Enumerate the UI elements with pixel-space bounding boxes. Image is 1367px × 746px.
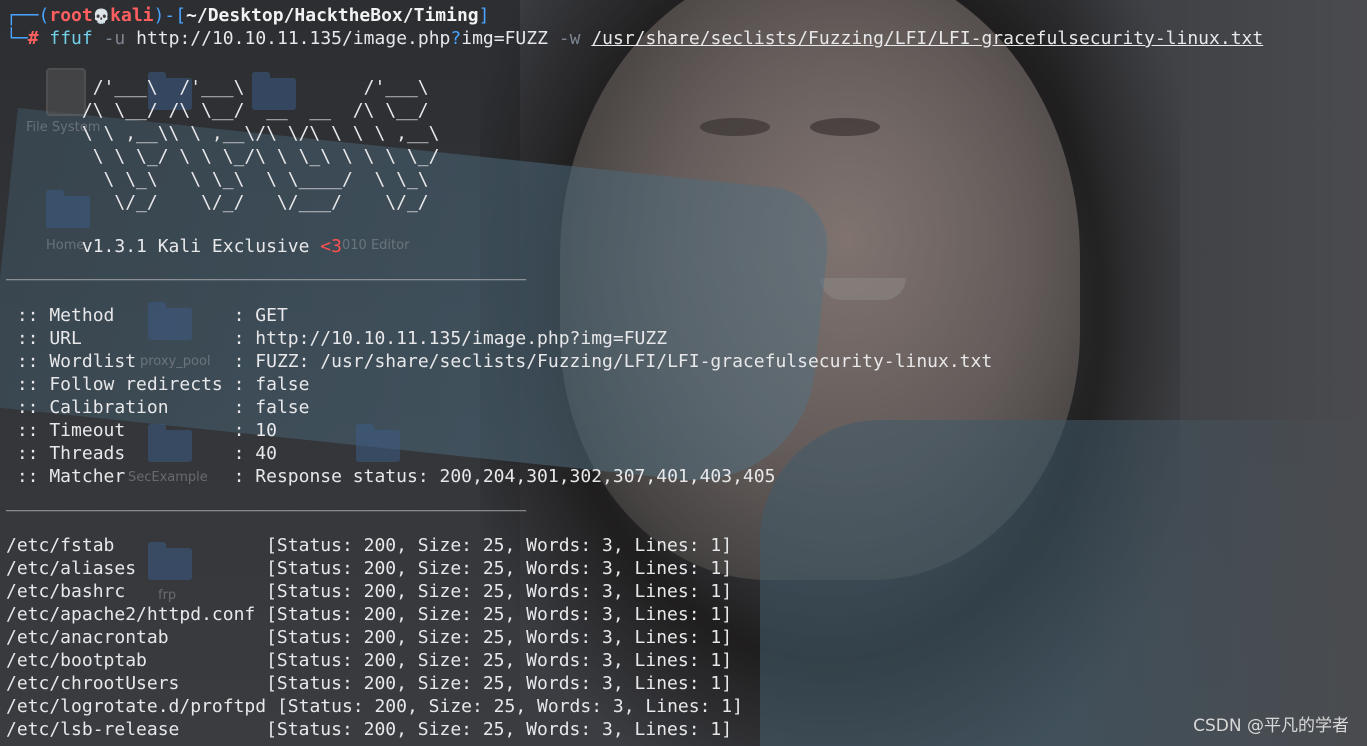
result-row: /etc/anacrontab [Status: 200, Size: 25, … xyxy=(6,626,732,649)
prompt-close-bracket: ] xyxy=(478,5,490,26)
result-path: /etc/fstab xyxy=(6,535,267,556)
config-sep: : xyxy=(233,305,256,326)
prompt-corner-bottom: └─ xyxy=(6,28,28,49)
result-status: [Status: 200, Size: 25, Words: 3, Lines:… xyxy=(266,558,733,579)
banner-line: \/_/ \/_/ \/___/ \/_/ xyxy=(6,192,505,213)
config-value: false xyxy=(255,397,310,418)
skull-icon: 💀 xyxy=(92,9,111,25)
config-key: :: Calibration xyxy=(6,397,234,418)
result-status: [Status: 200, Size: 25, Words: 3, Lines:… xyxy=(266,650,733,671)
config-row: :: Timeout : 10 xyxy=(6,419,277,442)
wallpaper-smile xyxy=(820,278,906,300)
result-path: /etc/logrotate.d/proftpd xyxy=(6,696,277,717)
config-key: :: Wordlist xyxy=(6,351,234,372)
result-path: /etc/chrootUsers xyxy=(6,673,267,694)
result-status: [Status: 200, Size: 25, Words: 3, Lines:… xyxy=(266,535,733,556)
config-row: :: Wordlist : FUZZ: /usr/share/seclists/… xyxy=(6,350,992,373)
config-sep: : xyxy=(233,420,256,441)
config-row: :: Follow redirects : false xyxy=(6,373,310,396)
config-key: :: Timeout xyxy=(6,420,234,441)
result-status: [Status: 200, Size: 25, Words: 3, Lines:… xyxy=(266,627,733,648)
result-status: [Status: 200, Size: 25, Words: 3, Lines:… xyxy=(276,696,743,717)
config-sep: : xyxy=(233,397,256,418)
config-row: :: Threads : 40 xyxy=(6,442,277,465)
prompt-hash: # xyxy=(27,28,39,49)
wallpaper-eye-right xyxy=(810,118,880,136)
config-sep: : xyxy=(233,374,256,395)
version-line: v1.3.1 Kali Exclusive <3 xyxy=(6,235,342,258)
command-wordlist-path[interactable]: /usr/share/seclists/Fuzzing/LFI/LFI-grac… xyxy=(591,28,1263,49)
config-row: :: URL : http://10.10.11.135/image.php?i… xyxy=(6,327,667,350)
prompt-path: ~/Desktop/HacktheBox/Timing xyxy=(186,5,479,26)
result-row: /etc/apache2/httpd.conf [Status: 200, Si… xyxy=(6,603,732,626)
banner-line: \ \ \_/ \ \ \_/\ \ \_\ \ \ \ \_/ xyxy=(6,146,505,167)
config-sep: : xyxy=(233,328,256,349)
desktop-label-editor: 010 Editor xyxy=(342,238,410,253)
config-row: :: Method : GET xyxy=(6,304,288,327)
result-path: /etc/bootptab xyxy=(6,650,267,671)
result-path: /etc/aliases xyxy=(6,558,267,579)
config-sep: : xyxy=(233,443,256,464)
result-row: /etc/fstab [Status: 200, Size: 25, Words… xyxy=(6,534,732,557)
config-key: :: Follow redirects xyxy=(6,374,234,395)
config-value: FUZZ: /usr/share/seclists/Fuzzing/LFI/LF… xyxy=(255,351,993,372)
rule-bottom: ________________________________________… xyxy=(6,491,527,512)
config-row: :: Matcher : Response status: 200,204,30… xyxy=(6,465,776,488)
wallpaper-right-shade xyxy=(1067,0,1367,746)
prompt-line: ┌──(root💀kali)-[~/Desktop/HacktheBox/Tim… xyxy=(6,4,489,27)
command-url-param: img=FUZZ xyxy=(461,28,548,49)
banner-line: \ \_\ \ \_\ \ \____/ \ \_\ xyxy=(6,169,505,190)
result-row: /etc/bashrc [Status: 200, Size: 25, Word… xyxy=(6,580,732,603)
command-url: http://10.10.11.135/image.php xyxy=(136,28,451,49)
command-url-query: ? xyxy=(450,28,462,49)
result-row: /etc/bootptab [Status: 200, Size: 25, Wo… xyxy=(6,649,732,672)
config-value: Response status: 200,204,301,302,307,401… xyxy=(255,466,776,487)
config-value: 40 xyxy=(255,443,277,464)
config-row: :: Calibration : false xyxy=(6,396,310,419)
desktop-folder-icon[interactable] xyxy=(356,424,400,462)
rule-top: ________________________________________… xyxy=(6,260,527,281)
config-sep: : xyxy=(233,351,256,372)
result-status: [Status: 200, Size: 25, Words: 3, Lines:… xyxy=(266,719,733,740)
config-value: http://10.10.11.135/image.php?img=FUZZ xyxy=(255,328,668,349)
wallpaper-eye-left xyxy=(700,118,770,136)
command-flag-w: -w xyxy=(558,28,581,49)
command-line[interactable]: └─# ffuf -u http://10.10.11.135/image.ph… xyxy=(6,27,1263,50)
command-program: ffuf xyxy=(49,28,93,49)
version-heart: <3 xyxy=(320,236,342,257)
config-value: false xyxy=(255,374,310,395)
config-key: :: Threads xyxy=(6,443,234,464)
csdn-watermark: CSDN @平凡的学者 xyxy=(1193,716,1349,736)
version-text: v1.3.1 Kali Exclusive xyxy=(6,236,321,257)
config-key: :: URL xyxy=(6,328,234,349)
banner-line: \ \ ,__\\ \ ,__\/\ \/\ \ \ \ ,__\ xyxy=(6,123,505,144)
result-row: /etc/lsb-release [Status: 200, Size: 25,… xyxy=(6,718,732,741)
command-flag-u: -u xyxy=(103,28,126,49)
config-key: :: Matcher xyxy=(6,466,234,487)
result-path: /etc/apache2/httpd.conf xyxy=(6,604,267,625)
prompt-host: kali xyxy=(110,5,154,26)
prompt-open-paren: ( xyxy=(38,5,50,26)
result-status: [Status: 200, Size: 25, Words: 3, Lines:… xyxy=(266,673,733,694)
result-path: /etc/anacrontab xyxy=(6,627,267,648)
result-row: /etc/logrotate.d/proftpd [Status: 200, S… xyxy=(6,695,743,718)
result-row: /etc/aliases [Status: 200, Size: 25, Wor… xyxy=(6,557,732,580)
config-key: :: Method xyxy=(6,305,234,326)
banner-line: /\ \__/ /\ \__/ __ __ /\ \__/ xyxy=(6,100,505,121)
config-value: GET xyxy=(255,305,288,326)
result-row: /etc/chrootUsers [Status: 200, Size: 25,… xyxy=(6,672,732,695)
result-path: /etc/lsb-release xyxy=(6,719,267,740)
prompt-user: root xyxy=(49,5,93,26)
result-status: [Status: 200, Size: 25, Words: 3, Lines:… xyxy=(266,581,733,602)
prompt-separator: )-[ xyxy=(153,5,187,26)
result-status: [Status: 200, Size: 25, Words: 3, Lines:… xyxy=(266,604,733,625)
prompt-corner-top: ┌── xyxy=(6,5,39,26)
config-sep: : xyxy=(233,466,256,487)
config-value: 10 xyxy=(255,420,277,441)
banner-line: /'___\ /'___\ /'___\ xyxy=(6,77,505,98)
result-path: /etc/bashrc xyxy=(6,581,267,602)
